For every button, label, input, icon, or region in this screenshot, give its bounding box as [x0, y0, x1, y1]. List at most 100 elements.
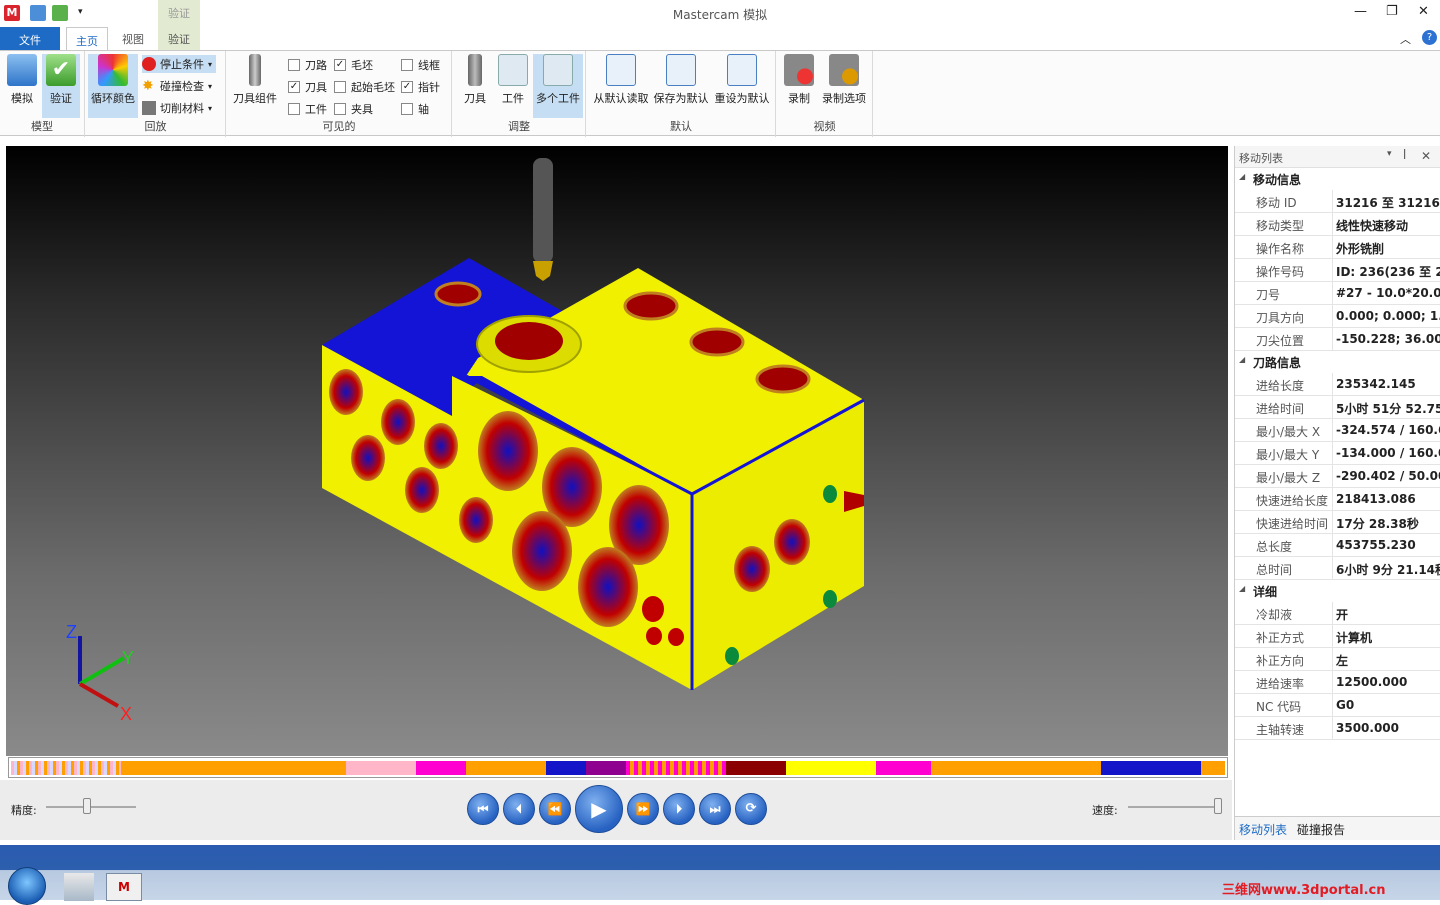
- ribbon-tabs: 文件 主页 视图 验证 ︿ ?: [0, 27, 1440, 51]
- property-value: 计算机: [1336, 631, 1373, 645]
- wireframe-checkbox[interactable]: 线框: [401, 57, 440, 73]
- stop-condition-button[interactable]: 停止条件 ▾: [142, 55, 217, 73]
- property-key: 最小/最大 Y: [1235, 442, 1333, 464]
- property-grid: 移动信息移动 ID31216 至 31216移动类型线性快速移动操作名称外形铣削…: [1235, 168, 1440, 740]
- tab-file[interactable]: 文件: [0, 27, 60, 50]
- record-button[interactable]: 录制: [781, 54, 817, 118]
- move-list-panel: 移动列表 ▾ ꟾ ✕ 移动信息移动 ID31216 至 31216移动类型线性快…: [1234, 146, 1440, 840]
- step-forward-button[interactable]: ⏵: [663, 793, 695, 825]
- property-key: 操作名称: [1235, 236, 1333, 258]
- stock-checkbox[interactable]: ✓ 毛坯: [334, 57, 373, 73]
- save-default-icon: [666, 54, 696, 86]
- loop-icon[interactable]: ⟳: [735, 793, 767, 825]
- checkbox-box: [401, 103, 413, 115]
- record-options-button[interactable]: 录制选项: [819, 54, 869, 118]
- go-to-start-button[interactable]: ⏮: [467, 793, 499, 825]
- group-video: 录制 录制选项 视频: [777, 51, 873, 137]
- workpiece-checkbox[interactable]: 工件: [288, 101, 327, 117]
- save-default-button[interactable]: 保存为默认: [652, 54, 710, 118]
- property-row: 补正方式 计算机: [1235, 625, 1440, 648]
- axis-checkbox[interactable]: 轴: [401, 101, 429, 117]
- pointer-checkbox[interactable]: ✓ 指针: [401, 79, 440, 95]
- checkbox-box: ✓: [288, 81, 300, 93]
- toolpath-checkbox[interactable]: 刀路: [288, 57, 327, 73]
- cut-stock-button[interactable]: 切削材料 ▾: [142, 99, 212, 117]
- reset-default-button[interactable]: 重设为默认: [712, 54, 772, 118]
- simulate-button[interactable]: 模拟: [4, 54, 40, 118]
- section-header[interactable]: 详细: [1235, 580, 1440, 602]
- property-value: -134.000 / 160.0: [1336, 446, 1440, 460]
- close-icon[interactable]: ✕: [1418, 4, 1429, 19]
- axis-y-label: Y: [122, 648, 134, 668]
- checkbox-box: [401, 59, 413, 71]
- collapse-ribbon-icon[interactable]: ︿: [1400, 31, 1411, 47]
- property-key: 进给长度: [1235, 373, 1333, 395]
- pin-icon[interactable]: ꟾ: [1403, 149, 1406, 162]
- load-default-button[interactable]: 从默认读取: [591, 54, 651, 118]
- adjust-workpiece-button[interactable]: 工件: [495, 54, 531, 118]
- minimize-icon[interactable]: —: [1354, 4, 1367, 19]
- precision-slider-thumb[interactable]: [82, 798, 91, 814]
- fast-forward-button[interactable]: ⏩: [627, 793, 659, 825]
- property-row: 操作号码 ID: 236(236 至 2: [1235, 259, 1440, 282]
- speed-slider[interactable]: [1128, 806, 1222, 808]
- mastercam-taskbar-icon[interactable]: M: [106, 873, 142, 901]
- panel-menu-icon[interactable]: ▾: [1387, 149, 1392, 159]
- fixture-checkbox[interactable]: 夹具: [334, 101, 373, 117]
- tab-home[interactable]: 主页: [66, 27, 108, 51]
- operation-timeline[interactable]: [8, 757, 1228, 778]
- property-row: 操作名称 外形铣削: [1235, 236, 1440, 259]
- cycle-colors-button[interactable]: 循环颜色: [88, 54, 138, 118]
- tool-checkbox[interactable]: ✓ 刀具: [288, 79, 327, 95]
- property-row: 移动类型 线性快速移动: [1235, 213, 1440, 236]
- load-default-icon: [606, 54, 636, 86]
- property-value: ID: 236(236 至 2: [1336, 265, 1440, 279]
- file-explorer-icon[interactable]: [64, 873, 94, 901]
- section-header[interactable]: 移动信息: [1235, 168, 1440, 190]
- record-camera-icon: [784, 54, 814, 86]
- tab-view[interactable]: 视图: [122, 31, 144, 47]
- adjust-tool-button[interactable]: 刀具: [458, 54, 492, 118]
- panel-title: 移动列表: [1239, 152, 1283, 165]
- stock-block-icon: [142, 101, 156, 115]
- multiple-workpieces-button[interactable]: 多个工件: [533, 54, 583, 118]
- simulation-viewport[interactable]: Z Y X: [6, 146, 1228, 756]
- step-back-button[interactable]: ⏴: [503, 793, 535, 825]
- property-key: 补正方向: [1235, 648, 1333, 670]
- group-model: 模拟 ✔ 验证 模型: [0, 51, 85, 137]
- checkbox-box: [334, 81, 346, 93]
- speed-slider-thumb[interactable]: [1214, 798, 1222, 814]
- property-key: 刀尖位置: [1235, 328, 1333, 350]
- precision-slider[interactable]: [46, 806, 136, 808]
- tool-assembly-button[interactable]: 刀具组件: [230, 54, 280, 118]
- tab-move-list[interactable]: 移动列表: [1239, 821, 1287, 838]
- property-key: 进给时间: [1235, 396, 1333, 418]
- property-row: 最小/最大 X -324.574 / 160.6: [1235, 419, 1440, 442]
- panel-close-icon[interactable]: ✕: [1421, 149, 1431, 163]
- maximize-icon[interactable]: ❐: [1386, 4, 1398, 19]
- windows-start-icon[interactable]: [8, 867, 46, 905]
- property-value: 3500.000: [1336, 721, 1400, 735]
- rewind-button[interactable]: ⏪: [539, 793, 571, 825]
- tab-collision-report[interactable]: 碰撞报告: [1297, 821, 1345, 838]
- play-button[interactable]: ▶: [575, 785, 623, 833]
- title-bar: M ▾ Mastercam 模拟 验证 — ❐ ✕: [0, 0, 1440, 50]
- property-key: 移动 ID: [1235, 190, 1333, 212]
- playback-controls: 精度: 速度: ⏮ ⏴ ⏪ ▶ ⏩ ⏵ ⏭ ⟳: [0, 780, 1232, 840]
- go-to-end-button[interactable]: ⏭: [699, 793, 731, 825]
- property-value: 5小时 51分 52.75: [1336, 402, 1440, 416]
- site-watermark: 三维网www.3dportal.cn: [1222, 883, 1386, 898]
- section-header[interactable]: 刀路信息: [1235, 351, 1440, 373]
- help-icon[interactable]: ?: [1422, 30, 1437, 45]
- initial-stock-checkbox[interactable]: 起始毛坯: [334, 79, 395, 95]
- verify-button[interactable]: ✔ 验证: [42, 54, 80, 118]
- multiple-workpieces-icon: [543, 54, 573, 86]
- panel-header: 移动列表 ▾ ꟾ ✕: [1235, 146, 1440, 168]
- collision-check-button[interactable]: ✸ 碰撞检查 ▾: [142, 77, 212, 95]
- tab-verify[interactable]: 验证: [168, 31, 190, 47]
- property-key: 最小/最大 Z: [1235, 465, 1333, 487]
- reset-default-icon: [727, 54, 757, 86]
- record-settings-icon: [829, 54, 859, 86]
- property-key: 快速进给时间: [1235, 511, 1333, 533]
- simulate-icon: [7, 54, 37, 86]
